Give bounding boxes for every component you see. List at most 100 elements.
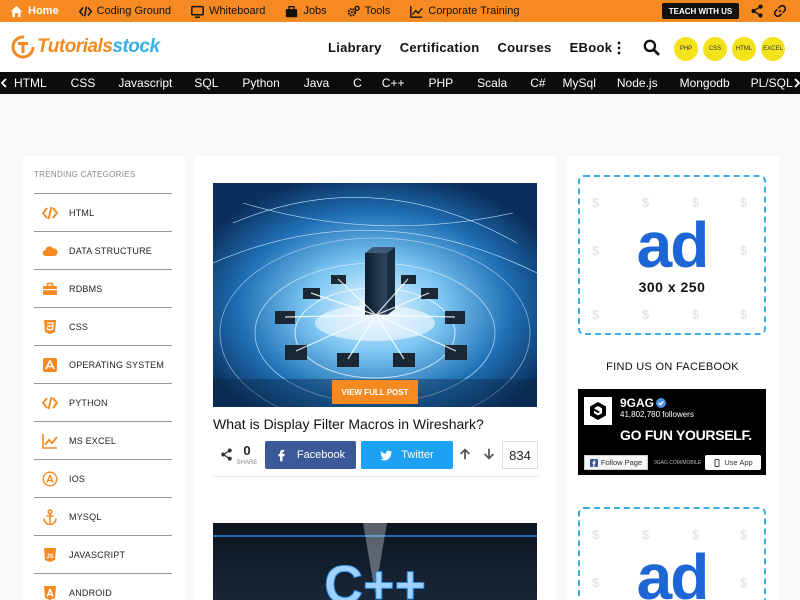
sidebar-item-css[interactable]: CSS (34, 308, 172, 346)
category-cpp[interactable]: C++ (382, 76, 405, 90)
category-list: HTML DATA STRUCTURE RDBMS CSS OPERATING … (34, 193, 172, 600)
facebook-section-heading: FIND US ON FACEBOOK (606, 361, 739, 373)
category-csharp[interactable]: C# (530, 76, 545, 90)
category-scala[interactable]: Scala (477, 76, 507, 90)
fb-use-app-button[interactable]: Use App (705, 455, 761, 470)
category-php[interactable]: PHP (428, 76, 453, 90)
share-icon[interactable] (220, 448, 233, 461)
monitor-icon (191, 5, 205, 18)
dollar-icon: $ (692, 307, 700, 322)
category-bar: HTML CSS Javascript SQL Python Java C C+… (0, 72, 800, 94)
share-label: SHARE (236, 460, 258, 466)
sidebar-item-rdbms[interactable]: RDBMS (34, 270, 172, 308)
css3-icon (44, 319, 56, 334)
fb-page-name[interactable]: 9GAG (620, 396, 654, 410)
site-header: Tutorialsstock Liabrary Certification Co… (0, 22, 800, 72)
top-link-corporate-training[interactable]: Corporate Training (410, 5, 519, 18)
app-store-icon (43, 357, 57, 372)
sidebar-item-label: CSS (69, 321, 89, 332)
category-mysql[interactable]: MySql (563, 76, 596, 90)
top-link-jobs[interactable]: Jobs (285, 5, 327, 18)
post-title[interactable]: What is Display Filter Macros in Wiresha… (213, 416, 484, 432)
main-nav: Liabrary Certification Courses EBook (328, 40, 630, 55)
quick-link-css[interactable]: CSS (703, 37, 727, 61)
category-plsql[interactable]: PL/SQL (751, 76, 793, 90)
site-logo[interactable]: Tutorialsstock (10, 34, 160, 60)
ad-banner-bottom[interactable]: $ $ $ $ $ $ ad (578, 507, 766, 600)
facebook-icon (278, 449, 285, 461)
top-link-coding-ground[interactable]: Coding Ground (78, 5, 171, 18)
nav-library[interactable]: Liabrary (328, 40, 382, 55)
cpp-image-text: C++ (324, 555, 426, 600)
sidebar-item-data-structure[interactable]: DATA STRUCTURE (34, 232, 172, 270)
cloud-icon (42, 245, 58, 256)
sidebar-item-html[interactable]: HTML (34, 194, 172, 232)
facebook-page-widget[interactable]: 9GAG 41,802,780 followers GO FUN YOURSEL… (578, 389, 766, 475)
category-html[interactable]: HTML (14, 76, 47, 90)
nav-certification[interactable]: Certification (400, 40, 480, 55)
nav-ebook[interactable]: EBook (570, 40, 613, 55)
view-full-post-button[interactable]: VIEW FULL POST (332, 380, 418, 404)
sidebar-item-label: JAVASCRIPT (69, 549, 126, 560)
sidebar-item-ios[interactable]: IOS (34, 460, 172, 498)
dollar-icon: $ (692, 195, 700, 210)
phone-icon (714, 458, 720, 467)
more-menu-icon[interactable] (616, 41, 622, 55)
chevron-right-icon (794, 78, 800, 88)
sidebar-item-python[interactable]: PYTHON (34, 384, 172, 422)
top-link-home[interactable]: Home (10, 5, 59, 18)
category-python[interactable]: Python (242, 76, 279, 90)
sidebar-item-mysql[interactable]: MYSQL (34, 498, 172, 536)
verified-badge-icon (656, 398, 666, 408)
category-sql[interactable]: SQL (194, 76, 218, 90)
nav-courses[interactable]: Courses (497, 40, 551, 55)
facebook-share-button[interactable]: Facebook (265, 441, 356, 469)
category-c[interactable]: C (353, 76, 362, 90)
sidebar-item-label: ANDROID (69, 587, 112, 598)
sidebar-item-ms-excel[interactable]: MS EXCEL (34, 422, 172, 460)
sidebar-item-javascript[interactable]: JS JAVASCRIPT (34, 536, 172, 574)
post-divider (213, 476, 538, 477)
fb-follow-page-button[interactable]: Follow Page (584, 455, 648, 470)
dollar-icon: $ (740, 527, 748, 542)
downvote-arrow-icon[interactable] (482, 447, 496, 461)
post-image-network[interactable] (213, 183, 537, 407)
chevron-left-icon (0, 78, 7, 88)
dollar-icon: $ (740, 195, 748, 210)
cpp-illustration: C++ (213, 523, 537, 600)
twitter-share-button[interactable]: Twitter (361, 441, 453, 469)
category-css[interactable]: CSS (71, 76, 96, 90)
scroll-left-button[interactable] (0, 72, 8, 94)
category-java[interactable]: Java (304, 76, 329, 90)
post-share-row: 0 SHARE Facebook Twitter 834 (213, 440, 538, 470)
sidebar-item-label: IOS (69, 473, 86, 484)
sidebar-item-label: MS EXCEL (69, 435, 117, 446)
share-icon[interactable] (750, 4, 764, 18)
sidebar-item-android[interactable]: ANDROID (34, 574, 172, 600)
line-chart-icon (410, 5, 424, 18)
upvote-arrow-icon[interactable] (458, 447, 472, 461)
search-icon[interactable] (643, 39, 660, 56)
top-link-tools[interactable]: Tools (347, 5, 390, 18)
code-icon (42, 396, 58, 409)
sidebar-item-label: DATA STRUCTURE (69, 245, 152, 256)
category-mongodb[interactable]: Mongodb (680, 76, 730, 90)
teach-with-us-button[interactable]: TEACH WITH US (662, 3, 739, 19)
category-javascript[interactable]: Javascript (118, 76, 172, 90)
logo-text-main: Tutorials (37, 36, 113, 57)
gears-icon (347, 5, 360, 17)
dollar-icon: $ (592, 527, 600, 542)
briefcase-icon (286, 5, 298, 17)
category-nodejs[interactable]: Node.js (617, 76, 658, 90)
scroll-right-button[interactable] (793, 72, 800, 94)
android-icon (44, 585, 56, 600)
fb-site-url: 9GAG.COM/MOBILE (654, 460, 702, 466)
ad-banner-top[interactable]: $ $ $ $ $ $ $ $ $ $ ad 300 x 250 (578, 175, 766, 335)
post-image-cpp[interactable]: C++ (213, 523, 537, 600)
top-link-whiteboard[interactable]: Whiteboard (191, 5, 265, 18)
sidebar-item-operating-system[interactable]: OPERATING SYSTEM (34, 346, 172, 384)
link-icon[interactable] (773, 4, 787, 18)
quick-link-html[interactable]: HTML (732, 37, 756, 61)
quick-link-php[interactable]: PHP (674, 37, 698, 61)
quick-link-excel[interactable]: EXCEL (761, 37, 785, 61)
